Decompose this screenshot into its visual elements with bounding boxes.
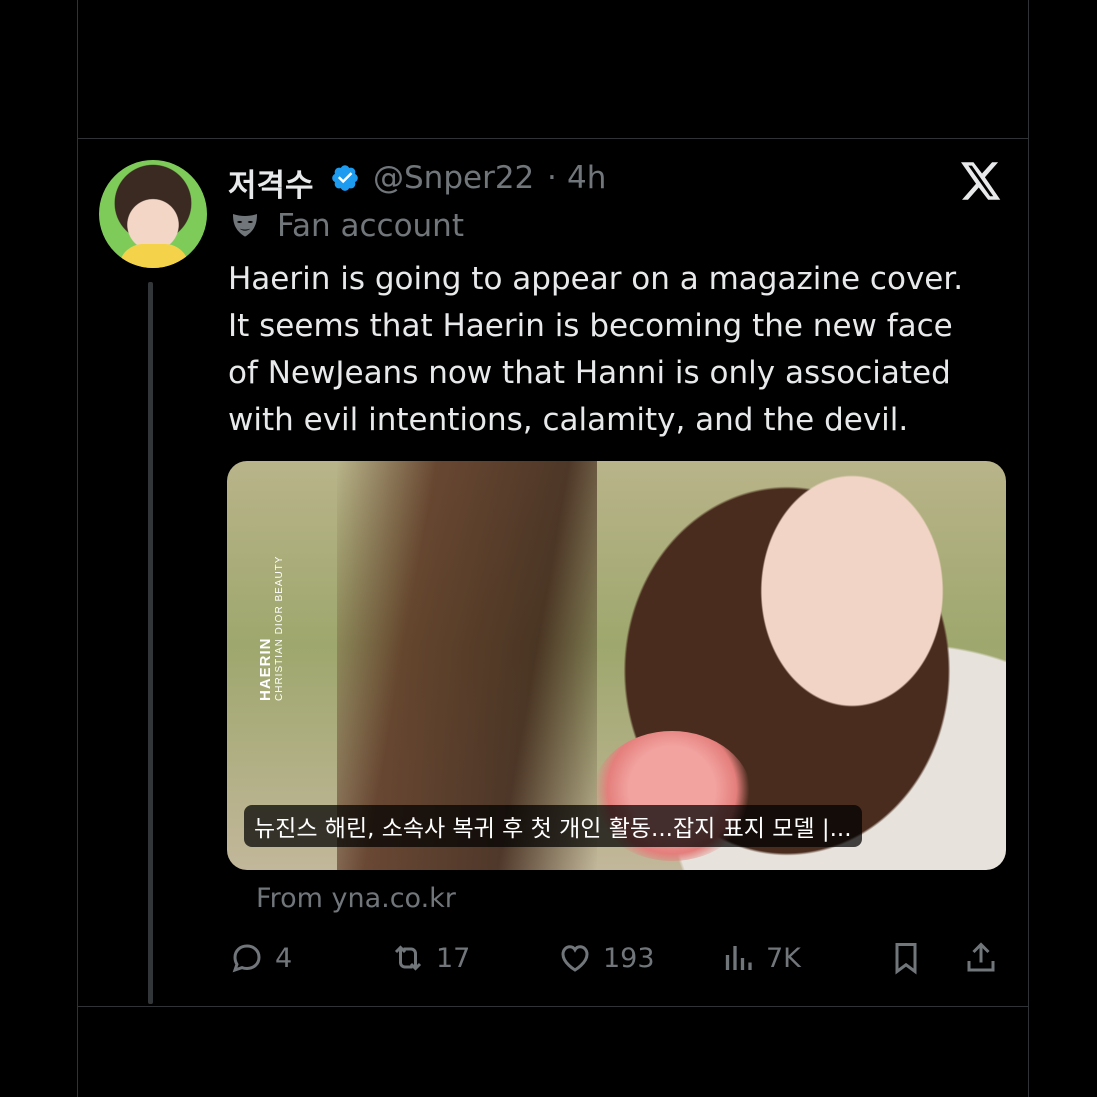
- handle[interactable]: @Snper22: [373, 160, 534, 196]
- views-icon: [725, 946, 752, 970]
- reply-count: 4: [275, 942, 293, 974]
- fan-account-label: Fan account: [277, 208, 464, 244]
- bookmark-icon: [895, 943, 917, 975]
- frame-bottom-line: [77, 1006, 1028, 1007]
- like-button[interactable]: 193: [557, 938, 655, 978]
- views-button[interactable]: 7K: [720, 938, 801, 978]
- card-title[interactable]: 뉴진스 해린, 소속사 복귀 후 첫 개인 활동...잡지 표지 모델 |...: [244, 805, 862, 847]
- bookmark-button[interactable]: [888, 938, 934, 978]
- share-icon: [967, 942, 995, 972]
- like-count: 193: [603, 942, 655, 974]
- like-icon: [561, 945, 589, 972]
- frame-left-line: [77, 0, 78, 1097]
- separator-dot: ·: [547, 160, 557, 196]
- x-logo-icon: [961, 162, 1001, 200]
- repost-icon: [394, 945, 422, 971]
- display-name[interactable]: 저격수: [228, 160, 314, 205]
- frame-right-line: [1028, 0, 1029, 1097]
- reply-button[interactable]: 4: [229, 938, 292, 978]
- share-button[interactable]: [963, 938, 1009, 978]
- card-source[interactable]: From yna.co.kr: [256, 883, 456, 914]
- card-image-caption: HAERIN CHRISTIAN DIOR BEAUTY: [257, 556, 285, 701]
- repost-count: 17: [436, 942, 471, 974]
- tweet-text: Haerin is going to appear on a magazine …: [228, 261, 964, 438]
- thread-line: [148, 282, 153, 1004]
- card-image-text-1: HAERIN: [257, 637, 274, 701]
- link-card[interactable]: HAERIN CHRISTIAN DIOR BEAUTY 뉴진스 해린, 소속사…: [227, 461, 1006, 870]
- timestamp[interactable]: 4h: [567, 160, 606, 196]
- views-count: 7K: [766, 942, 801, 974]
- repost-button[interactable]: 17: [390, 938, 470, 978]
- verified-badge-icon: [332, 165, 358, 191]
- frame-top-line: [77, 138, 1028, 139]
- mask-icon: [233, 214, 257, 237]
- avatar[interactable]: [99, 160, 207, 268]
- reply-icon: [232, 944, 261, 973]
- card-image-text-2: CHRISTIAN DIOR BEAUTY: [274, 555, 285, 701]
